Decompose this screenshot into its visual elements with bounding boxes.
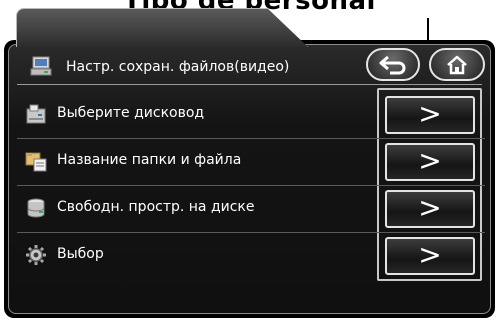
home-icon — [447, 55, 467, 74]
menu-row-label: Название папки и файла — [57, 152, 242, 168]
title-divider — [17, 84, 482, 85]
video-save-settings-icon — [30, 56, 52, 76]
row-divider — [17, 185, 485, 186]
menu-row-label: Свободн. простр. на диске — [57, 199, 255, 215]
menu-row-selection[interactable]: Выбор — [17, 234, 372, 276]
back-button[interactable] — [366, 48, 420, 81]
disk-space-icon — [27, 198, 45, 218]
folder-file-icon — [25, 152, 47, 172]
title-tab — [16, 8, 308, 47]
free-disk-space-arrow-button[interactable]: > — [385, 190, 475, 228]
page-title: Настр. сохран. файлов(видео) — [66, 59, 290, 75]
row-divider — [17, 232, 485, 233]
select-drive-arrow-button[interactable]: > — [385, 96, 475, 134]
home-button[interactable] — [429, 48, 485, 81]
menu-row-label: Выберите дисковод — [57, 105, 205, 121]
drive-select-icon — [26, 104, 46, 124]
folder-file-name-arrow-button[interactable]: > — [385, 143, 475, 181]
menu-row-free-disk-space[interactable]: Свободн. простр. на диске — [17, 187, 372, 229]
row-divider — [17, 138, 485, 139]
selection-arrow-button[interactable]: > — [385, 237, 475, 275]
back-arrow-icon — [379, 55, 406, 74]
gear-icon — [26, 245, 46, 265]
menu-row-label: Выбор — [57, 246, 104, 262]
menu-row-folder-file-name[interactable]: Название папки и файла — [17, 140, 372, 182]
menu-row-select-drive[interactable]: Выберите дисковод — [17, 93, 372, 135]
